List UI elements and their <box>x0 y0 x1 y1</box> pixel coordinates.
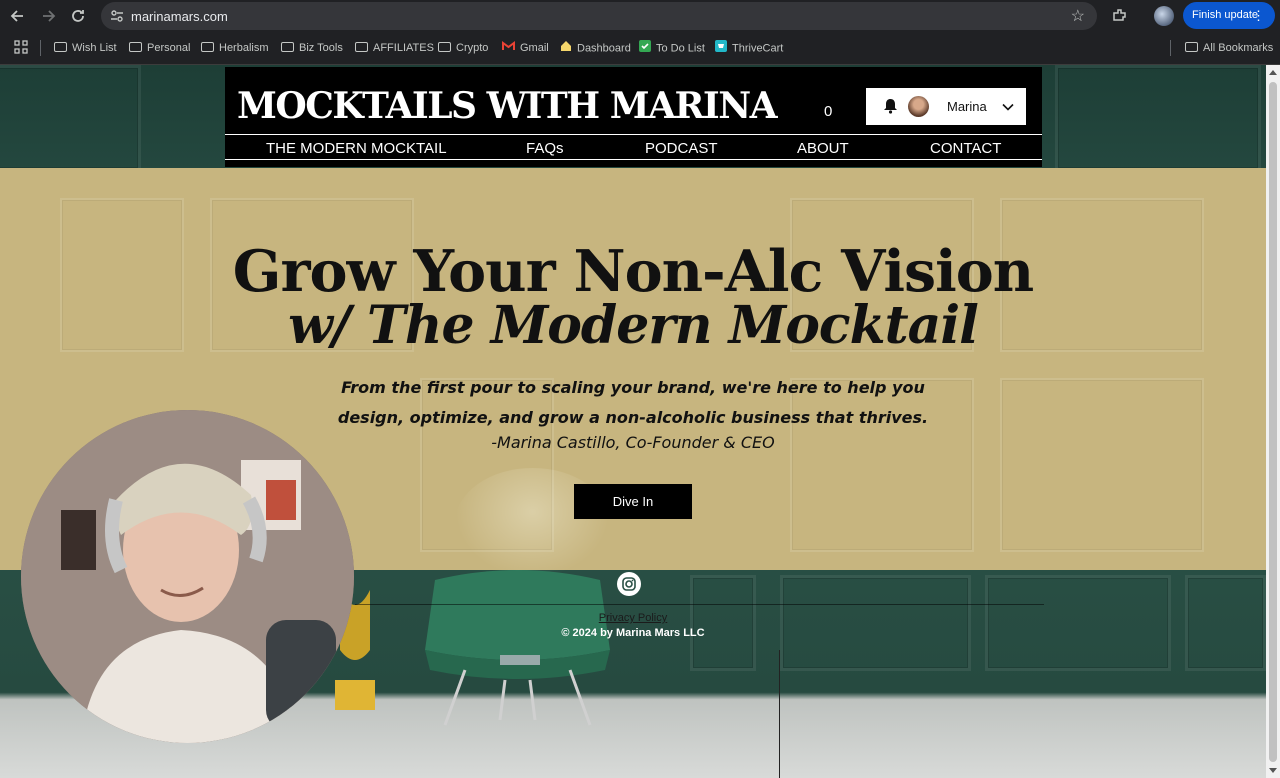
finish-update-button[interactable]: Finish update ⋮ <box>1183 2 1275 29</box>
bookmark-crypto[interactable]: Crypto <box>438 40 488 56</box>
bookmark-label: ThriveCart <box>732 42 784 55</box>
bookmark-label: AFFILIATES <box>373 42 434 54</box>
apps-icon[interactable] <box>14 40 28 54</box>
webcam-person-image <box>21 410 354 743</box>
site-logo[interactable]: MOCKTAILS WITH MARINA <box>237 85 778 127</box>
gmail-icon <box>502 40 515 56</box>
bookmark-label: Herbalism <box>219 42 269 54</box>
dive-in-button[interactable]: Dive In <box>574 484 692 519</box>
folder-icon <box>54 42 67 53</box>
nav-divider <box>225 159 1042 160</box>
folder-icon <box>129 42 142 53</box>
bookmark-dashboard[interactable]: Dashboard <box>560 40 631 56</box>
scroll-up-arrow[interactable] <box>1269 70 1277 75</box>
bookmark-biz-tools[interactable]: Biz Tools <box>281 40 343 56</box>
bookmark-wish-list[interactable]: Wish List <box>54 40 117 56</box>
nav-item-faqs[interactable]: FAQs <box>526 140 564 157</box>
chair-image <box>425 570 610 726</box>
wall-panel <box>1055 65 1261 171</box>
url-text[interactable]: marinamars.com <box>131 9 228 24</box>
folder-icon <box>438 42 451 53</box>
hero-quote-line: From the first pour to scaling your bran… <box>341 378 925 397</box>
bookmark-affiliates[interactable]: AFFILIATES <box>355 40 434 56</box>
chevron-down-icon[interactable] <box>1002 100 1014 112</box>
back-icon[interactable] <box>8 6 28 26</box>
bookmark-gmail[interactable]: Gmail <box>502 40 549 56</box>
folder-icon <box>355 42 368 53</box>
scroll-thumb[interactable] <box>1269 82 1277 762</box>
folder-icon <box>1185 42 1198 53</box>
star-icon[interactable]: ☆ <box>1071 6 1085 26</box>
site-header: MOCKTAILS WITH MARINA 0 Marina THE MODER… <box>225 67 1042 167</box>
bell-icon[interactable] <box>883 98 898 114</box>
bookmark-label: Personal <box>147 42 191 54</box>
avatar[interactable] <box>908 96 929 117</box>
all-bookmarks[interactable]: All Bookmarks <box>1185 40 1273 56</box>
instagram-icon[interactable] <box>617 572 641 596</box>
user-menu[interactable]: Marina <box>866 88 1026 125</box>
floor-seam <box>779 650 780 778</box>
folder-icon <box>281 42 294 53</box>
bookmarks-separator <box>1170 40 1171 56</box>
todo-icon <box>639 40 651 57</box>
nav-item-contact[interactable]: CONTACT <box>930 140 1001 157</box>
wall-panel <box>0 65 141 171</box>
bookmark-herbalism[interactable]: Herbalism <box>201 40 269 56</box>
dashboard-icon <box>560 40 572 57</box>
extensions-icon[interactable] <box>1110 6 1130 26</box>
browser-toolbar: marinamars.com ☆ Finish update ⋮ <box>0 0 1280 32</box>
footer-divider <box>355 604 1044 605</box>
more-menu-icon[interactable]: ⋮ <box>1252 2 1265 29</box>
bookmark-personal[interactable]: Personal <box>129 40 190 56</box>
bookmark-label: Biz Tools <box>299 42 343 54</box>
finish-update-label: Finish update <box>1192 9 1259 21</box>
nav-item-podcast[interactable]: PODCAST <box>645 140 718 157</box>
folder-icon <box>201 42 214 53</box>
bookmark-to-do-list[interactable]: To Do List <box>639 40 705 56</box>
nav-item-about[interactable]: ABOUT <box>797 140 849 157</box>
address-bar[interactable]: marinamars.com ☆ <box>101 2 1097 30</box>
scroll-down-arrow[interactable] <box>1269 768 1277 773</box>
bookmark-label: Gmail <box>520 42 549 54</box>
bookmark-label: To Do List <box>656 42 705 55</box>
bookmark-label: Crypto <box>456 42 489 54</box>
thrivecart-icon <box>715 40 727 57</box>
bookmarks-separator <box>40 40 41 56</box>
cart-count[interactable]: 0 <box>824 103 832 120</box>
bookmark-label: All Bookmarks <box>1203 42 1274 54</box>
forward-icon[interactable] <box>38 6 58 26</box>
hero-subtitle: w/ The Modern Mocktail <box>288 295 979 356</box>
site-info-icon[interactable] <box>109 8 125 24</box>
bookmark-label: Wish List <box>72 42 117 54</box>
webcam-overlay <box>21 410 354 743</box>
nav-item-modern-mocktail[interactable]: THE MODERN MOCKTAIL <box>266 140 447 157</box>
reload-icon[interactable] <box>68 6 88 26</box>
nav-divider <box>225 134 1042 135</box>
profile-avatar[interactable] <box>1154 6 1174 26</box>
user-name[interactable]: Marina <box>947 99 987 114</box>
bookmark-thrivecart[interactable]: ThriveCart <box>715 40 783 56</box>
bookmark-label: Dashboard <box>577 42 631 55</box>
